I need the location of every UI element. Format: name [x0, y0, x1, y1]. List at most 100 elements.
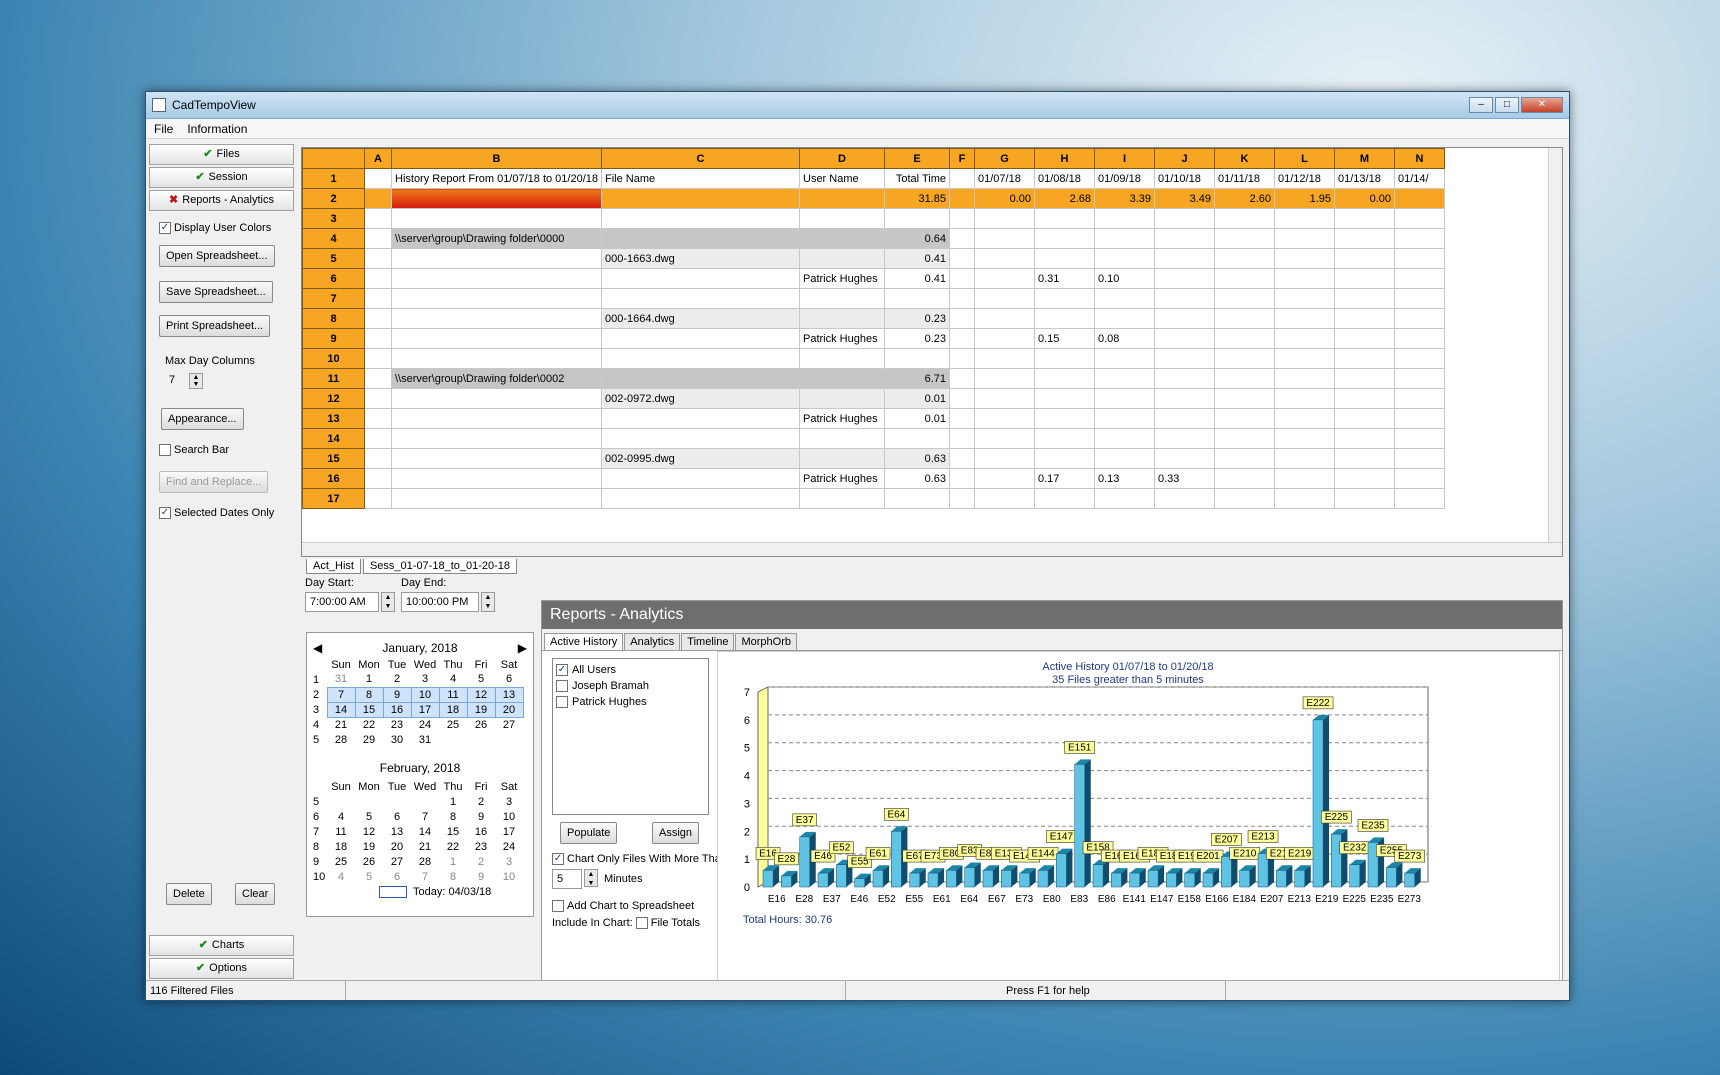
cell[interactable] — [1334, 288, 1395, 309]
calendar-day[interactable]: 28 — [411, 854, 439, 869]
cell[interactable] — [1094, 388, 1155, 409]
bar[interactable] — [1276, 870, 1287, 888]
cell[interactable] — [1394, 308, 1445, 329]
calendar-day[interactable]: 9 — [467, 809, 495, 824]
calendar-day[interactable]: 21 — [411, 839, 439, 854]
cell[interactable] — [1334, 468, 1395, 489]
nav-files-button[interactable]: ✔ Files — [149, 144, 294, 165]
column-header[interactable]: M — [1334, 148, 1395, 169]
checkbox-unchecked[interactable] — [635, 917, 648, 929]
column-header[interactable]: H — [1034, 148, 1095, 169]
row-header[interactable]: 5 — [302, 248, 365, 269]
cell[interactable]: 01/08/18 — [1034, 168, 1095, 189]
cell[interactable] — [601, 408, 800, 429]
cell[interactable]: 0.41 — [884, 248, 950, 269]
checkbox-unchecked[interactable] — [159, 444, 171, 456]
bar[interactable] — [1221, 856, 1232, 888]
column-header[interactable]: F — [949, 148, 975, 169]
cell[interactable]: 01/07/18 — [974, 168, 1035, 189]
cell[interactable] — [1034, 308, 1095, 329]
checkbox-unchecked[interactable] — [556, 696, 568, 708]
cell[interactable] — [1214, 228, 1275, 249]
cell[interactable] — [1094, 208, 1155, 229]
cell[interactable]: 000-1663.dwg — [601, 248, 800, 269]
column-header[interactable]: N — [1394, 148, 1445, 169]
bar[interactable] — [1001, 870, 1012, 888]
column-header[interactable]: J — [1154, 148, 1215, 169]
cell[interactable] — [391, 248, 602, 269]
calendar-day[interactable]: 29 — [355, 732, 383, 747]
cell[interactable] — [391, 268, 602, 289]
cell[interactable] — [1214, 448, 1275, 469]
cell[interactable] — [391, 208, 602, 229]
bar[interactable] — [1349, 864, 1361, 888]
bar[interactable] — [1074, 764, 1085, 888]
cell[interactable] — [1394, 488, 1445, 509]
cell[interactable] — [949, 288, 975, 309]
row-header[interactable]: 3 — [302, 208, 365, 229]
cell[interactable] — [949, 468, 975, 489]
cell[interactable] — [1334, 428, 1395, 449]
assign-button[interactable]: Assign — [652, 822, 700, 844]
cell[interactable] — [974, 468, 1035, 489]
column-header[interactable]: K — [1214, 148, 1275, 169]
calendar-day[interactable] — [495, 732, 523, 747]
cell[interactable] — [601, 208, 800, 229]
cell[interactable] — [1274, 268, 1335, 289]
calendar-day[interactable]: 4 — [327, 869, 355, 884]
column-header[interactable]: B — [391, 148, 602, 169]
cell[interactable] — [799, 228, 885, 249]
calendar-day[interactable]: 18 — [438, 701, 468, 718]
cell[interactable] — [949, 168, 975, 189]
calendar-day[interactable]: 26 — [467, 717, 495, 732]
cell[interactable] — [364, 188, 392, 209]
save-spreadsheet-button[interactable]: Save Spreadsheet... — [159, 281, 273, 303]
cell[interactable] — [391, 328, 602, 349]
row-header[interactable]: 1 — [302, 168, 365, 189]
cell[interactable] — [391, 448, 602, 469]
cell[interactable] — [1214, 488, 1275, 509]
calendar-day[interactable]: 20 — [494, 701, 524, 718]
cell[interactable] — [1034, 448, 1095, 469]
close-button[interactable]: ✕ — [1521, 97, 1563, 113]
cell[interactable]: Patrick Hughes — [799, 468, 885, 489]
tab-timeline[interactable]: Timeline — [681, 633, 735, 650]
cell[interactable]: \\server\group\Drawing folder\0000 — [391, 228, 602, 249]
bar[interactable] — [1111, 872, 1122, 888]
calendar-day[interactable]: 6 — [495, 672, 523, 687]
cell[interactable]: 0.01 — [884, 388, 950, 409]
populate-button[interactable]: Populate — [560, 822, 618, 844]
open-spreadsheet-button[interactable]: Open Spreadsheet... — [159, 245, 275, 267]
cell[interactable] — [949, 328, 975, 349]
cell[interactable] — [1214, 348, 1275, 369]
cell[interactable] — [799, 348, 885, 369]
cell[interactable] — [1214, 288, 1275, 309]
cell[interactable] — [1154, 328, 1215, 349]
row-header[interactable]: 14 — [302, 428, 365, 449]
cell[interactable] — [1274, 488, 1335, 509]
cell[interactable] — [1334, 228, 1395, 249]
cell[interactable] — [1274, 308, 1335, 329]
calendar-day[interactable]: 21 — [327, 717, 355, 732]
row-header[interactable]: 4 — [302, 228, 365, 249]
cell[interactable] — [974, 448, 1035, 469]
minutes-input[interactable]: 5 — [552, 869, 582, 889]
tab-act-hist[interactable]: Act_Hist — [306, 559, 361, 574]
tab-session[interactable]: Sess_01-07-18_to_01-20-18 — [362, 559, 518, 574]
cell[interactable] — [949, 188, 975, 209]
cell[interactable] — [1034, 408, 1095, 429]
cell[interactable] — [1034, 208, 1095, 229]
delete-button[interactable]: Delete — [166, 883, 212, 905]
calendar-day[interactable]: 14 — [326, 701, 356, 718]
bar[interactable] — [1129, 872, 1140, 888]
display-user-colors-checkbox[interactable]: ✓ Display User Colors — [159, 222, 271, 234]
bar[interactable] — [1147, 870, 1159, 888]
row-header[interactable]: 6 — [302, 268, 365, 289]
cell[interactable] — [949, 208, 975, 229]
calendar-day[interactable]: 10 — [410, 686, 440, 703]
calendar-day[interactable]: 12 — [355, 824, 383, 839]
cell[interactable] — [1334, 488, 1395, 509]
calendar-day[interactable]: 1 — [355, 672, 383, 687]
calendar-day[interactable]: 9 — [382, 686, 412, 703]
cell[interactable] — [974, 428, 1035, 449]
